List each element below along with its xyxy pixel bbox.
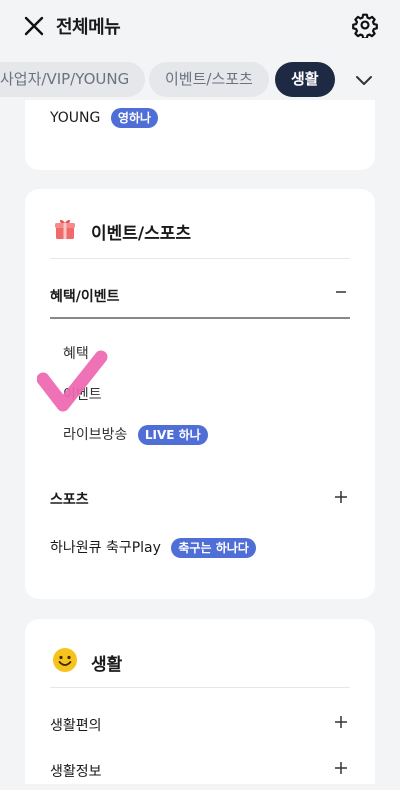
life-card: 생활 생활편의 생활정보 (25, 619, 375, 784)
page-title: 전체메뉴 (56, 17, 121, 38)
collapse-icon[interactable] (335, 286, 347, 298)
expand-icon[interactable] (335, 716, 347, 728)
menu-item-sports[interactable]: 스포츠 (50, 489, 89, 509)
live-badge: LIVE 하나 (137, 425, 208, 445)
group-header-benefits-events[interactable]: 혜택/이벤트 (50, 286, 120, 306)
live-broadcast-label: 라이브방송 (63, 427, 128, 443)
checkmark-annotation (37, 350, 108, 412)
expand-icon[interactable] (335, 762, 347, 774)
tab-business-vip-young[interactable]: 사업자/VIP/YOUNG (0, 62, 146, 97)
section-title-life: 생활 (91, 655, 123, 675)
divider (50, 317, 350, 319)
tab-life[interactable]: 생활 (275, 62, 335, 97)
menu-item-life-info[interactable]: 생활정보 (50, 761, 102, 781)
menu-item-live-broadcast[interactable]: 라이브방송 LIVE 하나 (63, 424, 208, 445)
soccer-play-label: 하나원큐 축구Play (50, 540, 161, 556)
smile-icon (53, 648, 77, 672)
category-tabs: 사업자/VIP/YOUNG 이벤트/스포츠 생활 (0, 62, 400, 98)
gear-icon[interactable] (352, 12, 378, 38)
tab-events-sports[interactable]: 이벤트/스포츠 (149, 62, 269, 97)
gift-icon (55, 219, 75, 239)
young-card: YOUNG 영하나 (25, 100, 375, 170)
divider (50, 258, 350, 259)
soccer-badge: 축구는 하나다 (171, 538, 256, 558)
expand-icon[interactable] (335, 491, 347, 503)
young-badge: 영하나 (110, 108, 158, 128)
close-icon[interactable] (22, 14, 46, 38)
young-label: YOUNG (50, 110, 101, 126)
divider (50, 687, 350, 688)
menu-item-soccer-play[interactable]: 하나원큐 축구Play 축구는 하나다 (50, 537, 256, 558)
chevron-down-icon[interactable] (354, 70, 374, 90)
section-title-events-sports: 이벤트/스포츠 (91, 224, 192, 244)
menu-item-life-convenience[interactable]: 생활편의 (50, 715, 102, 735)
top-header: 전체메뉴 (0, 0, 400, 52)
young-item[interactable]: YOUNG 영하나 (50, 108, 158, 128)
events-sports-card: 이벤트/스포츠 혜택/이벤트 혜택 이벤트 라이브방송 LIVE 하나 스포츠 … (25, 189, 375, 599)
